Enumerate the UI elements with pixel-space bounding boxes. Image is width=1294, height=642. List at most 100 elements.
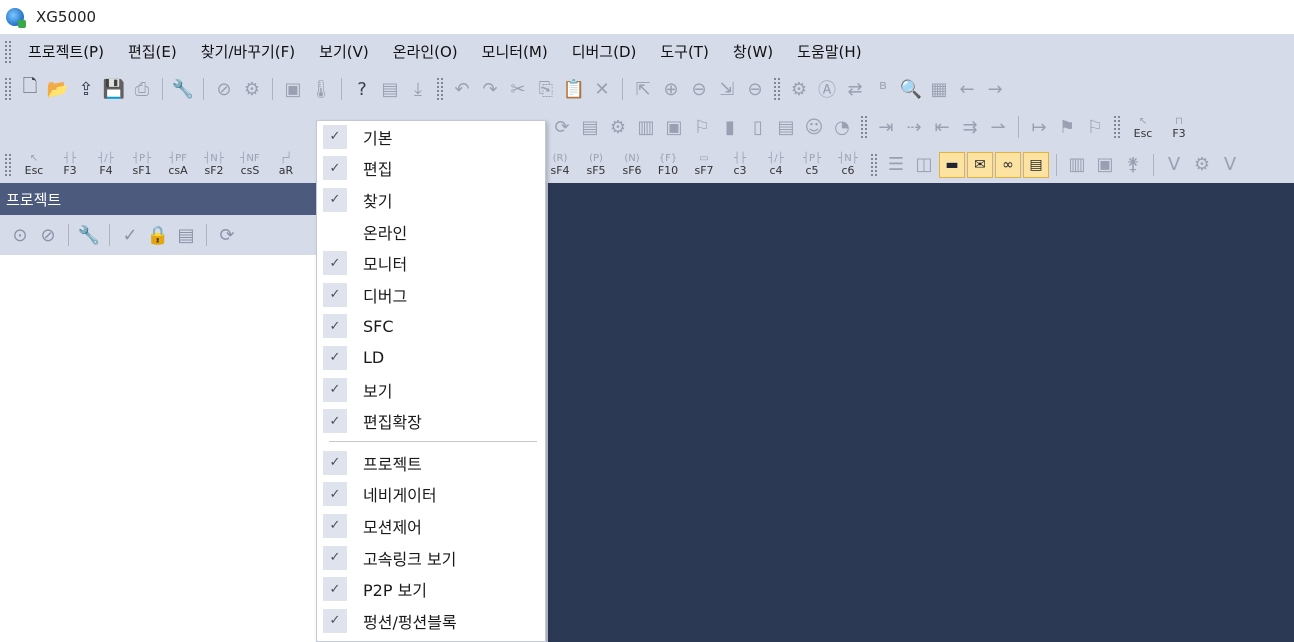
toolbar-label[interactable]: ⊓ F3 [1166,116,1192,139]
split-view-icon[interactable]: ◫ [911,152,937,178]
delete-icon[interactable]: ✕ [589,76,615,102]
ld-tool-function[interactable]: {F} F10 [655,153,681,176]
ld-tool-c4[interactable]: ┤/├ c4 [763,153,789,176]
menu-item-motion[interactable]: ✓ 모션제어 [317,510,545,542]
menu-item-edit[interactable]: ✓ 편집 [317,153,545,185]
list-view-icon[interactable]: ☰ [883,152,909,178]
step-over-icon[interactable]: ⇢ [901,114,927,140]
menu-edit[interactable]: 편집(E) [116,38,189,66]
monitor-icon[interactable]: ▣ [280,76,306,102]
refresh-icon[interactable]: ⟳ [214,222,240,248]
pie-icon[interactable]: ◔ [829,114,855,140]
menu-help[interactable]: 도움말(H) [785,38,873,66]
link-icon[interactable]: ⊘ [211,76,237,102]
grip-handle[interactable] [436,77,444,101]
ld-tool-rising[interactable]: ┌┘ aR [273,153,299,176]
save-icon[interactable]: 💾 [101,76,127,102]
ld-tool-block[interactable]: ▭ sF7 [691,153,717,176]
cut-icon[interactable]: ✂ [505,76,531,102]
chip-settings-icon[interactable]: ⚙ [1189,152,1215,178]
grip-handle[interactable] [4,152,12,177]
module-icon[interactable]: ▣ [661,114,687,140]
ld-tool-coil-positive[interactable]: (P) sF5 [583,153,609,176]
wrench-icon[interactable]: 🔧 [76,222,102,248]
copy-icon[interactable]: ⎘ [533,76,559,102]
properties-icon[interactable]: ▤ [173,222,199,248]
print-icon[interactable]: ⎙ [129,76,155,102]
breakpoint-icon[interactable]: ⇀ [985,114,1011,140]
verify-icon[interactable]: V [1161,152,1187,178]
step-into-icon[interactable]: ⇥ [873,114,899,140]
menu-project[interactable]: 프로젝트(P) [16,38,116,66]
menu-item-view[interactable]: ✓ 보기 [317,374,545,406]
goto-icon[interactable]: ↦ [1026,114,1052,140]
menu-item-edit-ext[interactable]: ✓ 편집확장 [317,405,545,437]
menu-item-ld[interactable]: ✓ LD [317,342,545,374]
ld-tool-contact-b[interactable]: ┤/├ F4 [93,153,119,176]
chart-icon[interactable]: ▮ [717,114,743,140]
arrow-right-icon[interactable]: → [982,76,1008,102]
ld-tool-positive-f[interactable]: ┤PF csA [165,153,191,176]
io-icon[interactable]: ⚐ [689,114,715,140]
menu-window[interactable]: 창(W) [721,38,785,66]
menu-item-function-block[interactable]: ✓ 펑션/펑션블록 [317,605,545,637]
grip-handle[interactable] [4,40,12,64]
ld-tool-c3[interactable]: ┤├ c3 [727,153,753,176]
ld-tool-c5[interactable]: ┤P├ c5 [799,153,825,176]
menu-item-debug[interactable]: ✓ 디버그 [317,279,545,311]
message-window-icon[interactable]: ✉ [967,151,993,178]
menu-item-find[interactable]: ✓ 찾기 [317,184,545,216]
variable-icon[interactable]: V [1217,152,1243,178]
ld-tool-negative[interactable]: ┤N├ sF2 [201,153,227,176]
menu-item-highspeed-link[interactable]: ✓ 고속링크 보기 [317,542,545,574]
variable-window-icon[interactable]: ▤ [1023,151,1049,178]
ld-tool-c6[interactable]: ┤N├ c6 [835,153,861,176]
menu-item-navigator[interactable]: ✓ 네비게이터 [317,479,545,511]
insert-col-icon[interactable]: ⇲ [714,76,740,102]
insert-row-icon[interactable]: ⇱ [630,76,656,102]
ld-tool-positive[interactable]: ┤P├ sF1 [129,153,155,176]
user-icon[interactable]: ☺ [801,114,827,140]
ld-tool-esc[interactable]: ↖ Esc [21,153,47,176]
grip-handle[interactable] [860,115,868,139]
cpu-icon[interactable]: ▣ [1092,152,1118,178]
menu-item-monitor[interactable]: ✓ 모니터 [317,247,545,279]
zoom-icon[interactable]: 🔍 [898,76,924,102]
lock-icon[interactable]: 🔒 [145,222,171,248]
find-text-icon[interactable]: Ⓐ [814,76,840,102]
bookmark-icon[interactable]: ⚑ [1054,114,1080,140]
network-icon[interactable]: ⚵ [1120,152,1146,178]
export-icon[interactable]: ⇪ [73,76,99,102]
thermometer-icon[interactable]: 🌡 [308,76,334,102]
arrow-left-icon[interactable]: ← [954,76,980,102]
remove-row-icon[interactable]: ⊖ [686,76,712,102]
expand-icon[interactable]: ⊙ [7,222,33,248]
check-icon[interactable]: ✓ [117,222,143,248]
toolbar-label[interactable]: ↖ Esc [1130,116,1156,139]
help-icon[interactable]: ? [349,76,375,102]
register-icon[interactable]: ▤ [773,114,799,140]
editor-area[interactable] [548,183,1294,642]
remove-col-icon[interactable]: ⊖ [742,76,768,102]
watch-window-icon[interactable]: ∞ [995,151,1021,178]
menu-debug[interactable]: 디버그(D) [560,38,649,66]
menu-tools[interactable]: 도구(T) [648,38,720,66]
menu-item-online[interactable]: 온라인 [317,216,545,248]
paste-icon[interactable]: 📋 [561,76,587,102]
grip-handle[interactable] [773,77,781,101]
open-folder-icon[interactable]: 📂 [45,76,71,102]
bookmark-next-icon[interactable]: ⚐ [1082,114,1108,140]
replace-text-icon[interactable]: ᴮ [870,76,896,102]
properties-icon[interactable]: ▥ [1064,152,1090,178]
trend-icon[interactable]: ▯ [745,114,771,140]
menu-find-replace[interactable]: 찾기/바꾸기(F) [189,38,307,66]
ld-tool-negative-f[interactable]: ┤NF csS [237,153,263,176]
menu-item-project[interactable]: ✓ 프로젝트 [317,447,545,479]
menu-item-basic[interactable]: ✓ 기본 [317,121,545,153]
menu-item-sfc[interactable]: ✓ SFC [317,311,545,343]
grid-icon[interactable]: ▦ [926,76,952,102]
connect-icon[interactable]: ⟳ [549,114,575,140]
ld-tool-contact-a[interactable]: ┤├ F3 [57,153,83,176]
collapse-icon[interactable]: ⊘ [35,222,61,248]
menu-item-p2p[interactable]: ✓ P2P 보기 [317,573,545,605]
